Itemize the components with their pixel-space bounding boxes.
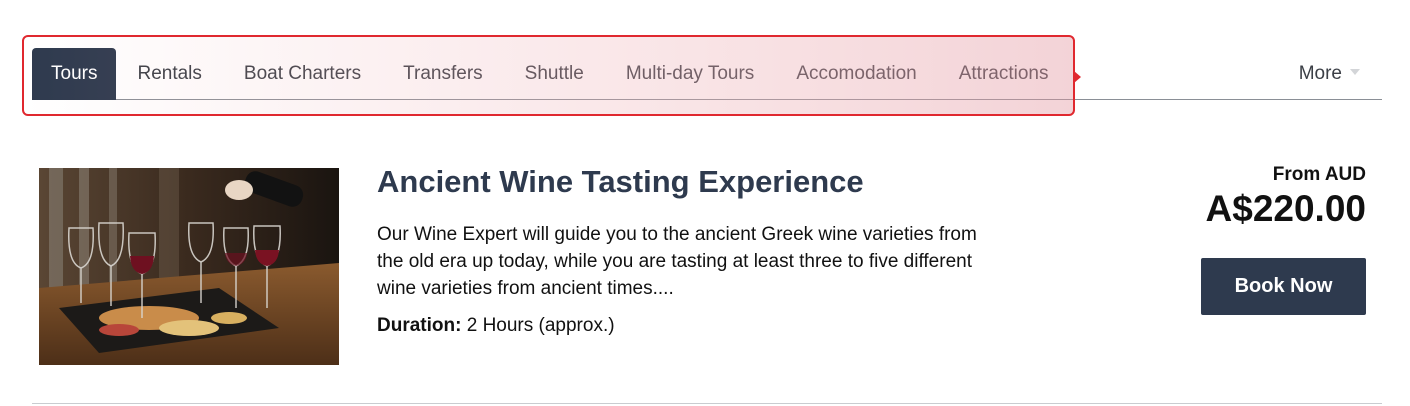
price-amount: A$220.00 xyxy=(1205,188,1366,229)
listing-divider xyxy=(32,403,1382,404)
category-tab-bar: Tours Rentals Boat Charters Transfers Sh… xyxy=(32,48,1382,100)
more-dropdown[interactable]: More xyxy=(1299,48,1360,100)
tour-duration: Duration: 2 Hours (approx.) xyxy=(377,315,615,337)
tour-image[interactable] xyxy=(39,168,339,365)
more-label: More xyxy=(1298,63,1342,84)
duration-label: Duration: xyxy=(377,315,462,336)
duration-value: 2 Hours (approx.) xyxy=(466,315,615,336)
chevron-down-icon xyxy=(1350,69,1360,75)
tab-transfers[interactable]: Transfers xyxy=(382,48,504,100)
tab-shuttle[interactable]: Shuttle xyxy=(504,48,605,100)
tab-multi-day-tours[interactable]: Multi-day Tours xyxy=(605,48,775,100)
page: Tours Rentals Boat Charters Transfers Sh… xyxy=(0,0,1410,406)
category-tabs: Tours Rentals Boat Charters Transfers Sh… xyxy=(32,48,1069,100)
tab-rentals[interactable]: Rentals xyxy=(116,48,222,100)
tab-tours[interactable]: Tours xyxy=(32,48,117,100)
wine-photo-illustration xyxy=(39,168,339,365)
tab-attractions[interactable]: Attractions xyxy=(938,48,1070,100)
tour-title[interactable]: Ancient Wine Tasting Experience xyxy=(377,164,864,200)
tour-listing: Ancient Wine Tasting Experience Our Wine… xyxy=(32,150,1382,403)
tab-accomodation[interactable]: Accomodation xyxy=(775,48,937,100)
tour-description: Our Wine Expert will guide you to the an… xyxy=(377,224,977,299)
tab-boat-charters[interactable]: Boat Charters xyxy=(223,48,382,100)
book-now-button[interactable]: Book Now xyxy=(1201,258,1366,315)
price-prefix: From AUD xyxy=(1272,164,1366,185)
